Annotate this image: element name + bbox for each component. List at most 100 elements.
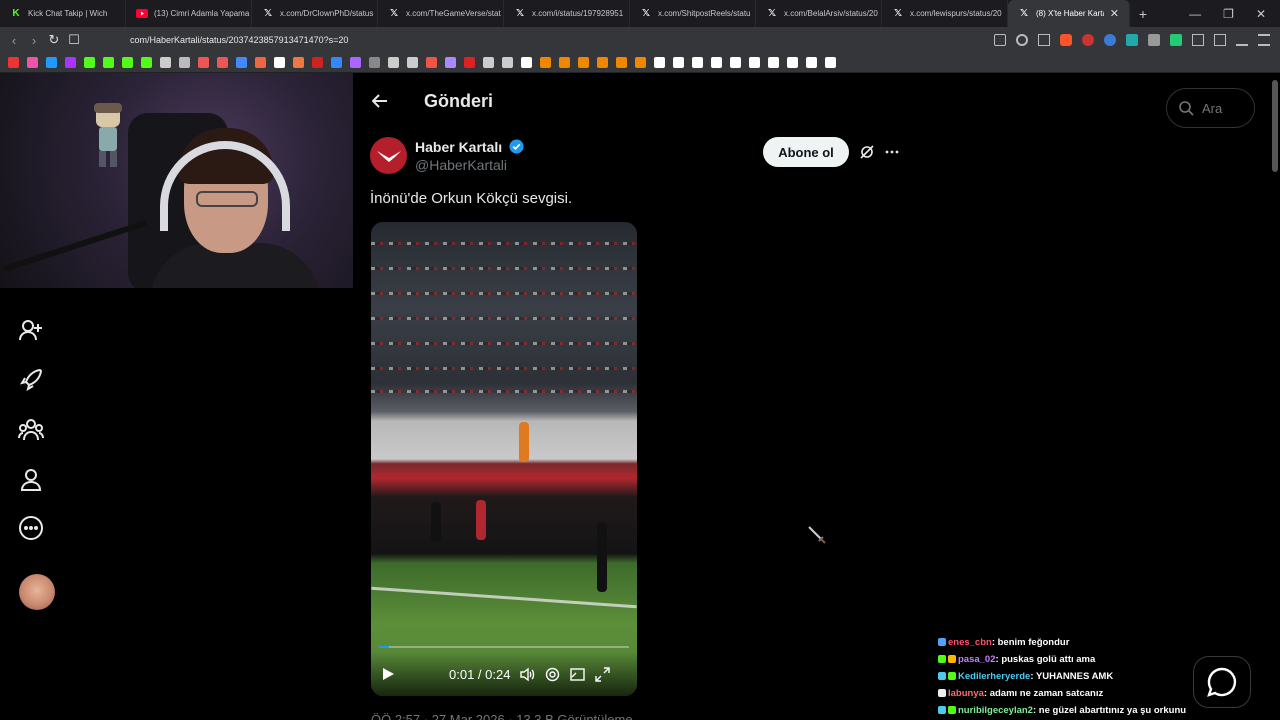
bookmark-favicon-icon[interactable] xyxy=(616,57,627,68)
volume-icon[interactable] xyxy=(520,667,535,682)
bookmark-favicon-icon[interactable] xyxy=(521,57,532,68)
extension-icon[interactable] xyxy=(1104,34,1116,46)
bookmark-favicon-icon[interactable] xyxy=(825,57,836,68)
extension-icon[interactable] xyxy=(1082,34,1094,46)
media-icon[interactable] xyxy=(1236,34,1248,46)
profile-icon[interactable] xyxy=(18,467,44,493)
bookmark-favicon-icon[interactable] xyxy=(711,57,722,68)
browser-tab[interactable]: 𝕏 x.com/lewispurs/status/20 xyxy=(882,0,1008,27)
author-handle[interactable]: @HaberKartali xyxy=(415,157,507,173)
share-icon[interactable] xyxy=(1038,34,1050,46)
back-nav-icon[interactable]: ‹ xyxy=(4,33,24,48)
minimize-icon[interactable]: — xyxy=(1189,7,1201,21)
bookmark-favicon-icon[interactable] xyxy=(350,57,361,68)
bookmark-favicon-icon[interactable] xyxy=(122,57,133,68)
settings-gear-icon[interactable] xyxy=(545,667,560,682)
fullscreen-icon[interactable] xyxy=(595,666,611,682)
search-input[interactable]: Ara xyxy=(1166,88,1255,128)
bookmark-favicon-icon[interactable] xyxy=(65,57,76,68)
bookmark-favicon-icon[interactable] xyxy=(426,57,437,68)
bookmark-favicon-icon[interactable] xyxy=(597,57,608,68)
browser-tab[interactable]: (13) Cimri Adamla Yapama xyxy=(126,0,252,27)
bookmark-favicon-icon[interactable] xyxy=(198,57,209,68)
menu-icon[interactable] xyxy=(1258,34,1270,46)
new-tab-button[interactable]: + xyxy=(1130,6,1156,22)
messages-button[interactable] xyxy=(1193,656,1251,708)
bookmark-favicon-icon[interactable] xyxy=(236,57,247,68)
browser-tab[interactable]: 𝕏 x.com/BelalArsiv/status/20 xyxy=(756,0,882,27)
chat-message: nuribilgeceylan2: ne güzel abartıtınız y… xyxy=(938,702,1208,719)
picture-in-picture-icon[interactable] xyxy=(570,667,586,682)
brave-shield-icon[interactable] xyxy=(1060,34,1072,46)
bookmark-favicon-icon[interactable] xyxy=(8,57,19,68)
browser-tab[interactable]: 𝕏 x.com/TheGameVerse/stat xyxy=(378,0,504,27)
play-icon[interactable] xyxy=(381,667,395,681)
reload-icon[interactable]: ↻ xyxy=(44,32,64,48)
bookmark-favicon-icon[interactable] xyxy=(483,57,494,68)
back-arrow-icon[interactable] xyxy=(372,93,388,109)
bookmark-favicon-icon[interactable] xyxy=(673,57,684,68)
bookmark-favicon-icon[interactable] xyxy=(749,57,760,68)
bookmark-favicon-icon[interactable] xyxy=(312,57,323,68)
page-scrollbar[interactable] xyxy=(1272,80,1278,172)
bookmark-favicon-icon[interactable] xyxy=(274,57,285,68)
communities-icon[interactable] xyxy=(18,417,44,443)
bookmark-icon[interactable]: ☐ xyxy=(64,32,84,48)
browser-tab[interactable]: 𝕏 x.com/DrClownPhD/status xyxy=(252,0,378,27)
browser-tab[interactable]: 𝕏 x.com/i/status/197928951 xyxy=(504,0,630,27)
follow-user-icon[interactable] xyxy=(18,318,44,344)
bookmark-favicon-icon[interactable] xyxy=(103,57,114,68)
bookmark-favicon-icon[interactable] xyxy=(331,57,342,68)
follow-button[interactable]: Abone ol xyxy=(763,137,849,167)
extension-icon[interactable] xyxy=(1170,34,1182,46)
bookmark-favicon-icon[interactable] xyxy=(388,57,399,68)
tweet-video[interactable]: 0:01 / 0:24 xyxy=(371,222,637,696)
bookmark-favicon-icon[interactable] xyxy=(654,57,665,68)
bookmark-favicon-icon[interactable] xyxy=(445,57,456,68)
rocket-icon[interactable] xyxy=(18,367,44,393)
bookmark-favicon-icon[interactable] xyxy=(502,57,513,68)
close-window-icon[interactable]: ✕ xyxy=(1256,7,1266,21)
bookmark-favicon-icon[interactable] xyxy=(768,57,779,68)
bookmark-favicon-icon[interactable] xyxy=(141,57,152,68)
bookmark-favicon-icon[interactable] xyxy=(293,57,304,68)
bookmark-favicon-icon[interactable] xyxy=(160,57,171,68)
browser-tab[interactable]: K Kick Chat Takip | Wich xyxy=(0,0,126,27)
cast-icon[interactable] xyxy=(994,34,1006,46)
bookmark-favicon-icon[interactable] xyxy=(787,57,798,68)
bookmark-favicon-icon[interactable] xyxy=(540,57,551,68)
bookmark-favicon-icon[interactable] xyxy=(217,57,228,68)
account-avatar[interactable] xyxy=(19,574,55,610)
grok-icon[interactable] xyxy=(859,144,875,160)
bookmark-favicon-icon[interactable] xyxy=(578,57,589,68)
close-tab-icon[interactable]: ✕ xyxy=(1110,7,1119,20)
author-display-name[interactable]: Haber Kartalı xyxy=(415,139,502,155)
extension-icon[interactable] xyxy=(1148,34,1160,46)
forward-nav-icon[interactable]: › xyxy=(24,33,44,48)
bookmark-favicon-icon[interactable] xyxy=(179,57,190,68)
bookmark-favicon-icon[interactable] xyxy=(255,57,266,68)
bookmark-favicon-icon[interactable] xyxy=(559,57,570,68)
bookmark-favicon-icon[interactable] xyxy=(369,57,380,68)
extension-icon[interactable] xyxy=(1126,34,1138,46)
bookmark-favicon-icon[interactable] xyxy=(635,57,646,68)
author-avatar[interactable] xyxy=(370,137,407,174)
bookmark-favicon-icon[interactable] xyxy=(692,57,703,68)
puzzle-icon[interactable] xyxy=(1192,34,1204,46)
browser-tab-active[interactable]: 𝕏 (8) X'te Haber Kartalı: ✕ xyxy=(1008,0,1130,27)
bookmark-favicon-icon[interactable] xyxy=(46,57,57,68)
zoom-icon[interactable] xyxy=(1016,34,1028,46)
bookmark-favicon-icon[interactable] xyxy=(407,57,418,68)
bookmark-favicon-icon[interactable] xyxy=(806,57,817,68)
bookmark-favicon-icon[interactable] xyxy=(27,57,38,68)
video-progress-bar[interactable] xyxy=(379,646,629,648)
url-field[interactable]: com/HaberKartali/status/2037423857913471… xyxy=(130,35,348,45)
bookmark-favicon-icon[interactable] xyxy=(464,57,475,68)
more-options-icon[interactable] xyxy=(18,515,44,541)
sidebar-icon[interactable] xyxy=(1214,34,1226,46)
more-icon[interactable] xyxy=(884,144,900,160)
bookmark-favicon-icon[interactable] xyxy=(84,57,95,68)
restore-icon[interactable]: ❐ xyxy=(1223,7,1234,21)
browser-tab[interactable]: 𝕏 x.com/ShitpostReels/statu xyxy=(630,0,756,27)
bookmark-favicon-icon[interactable] xyxy=(730,57,741,68)
